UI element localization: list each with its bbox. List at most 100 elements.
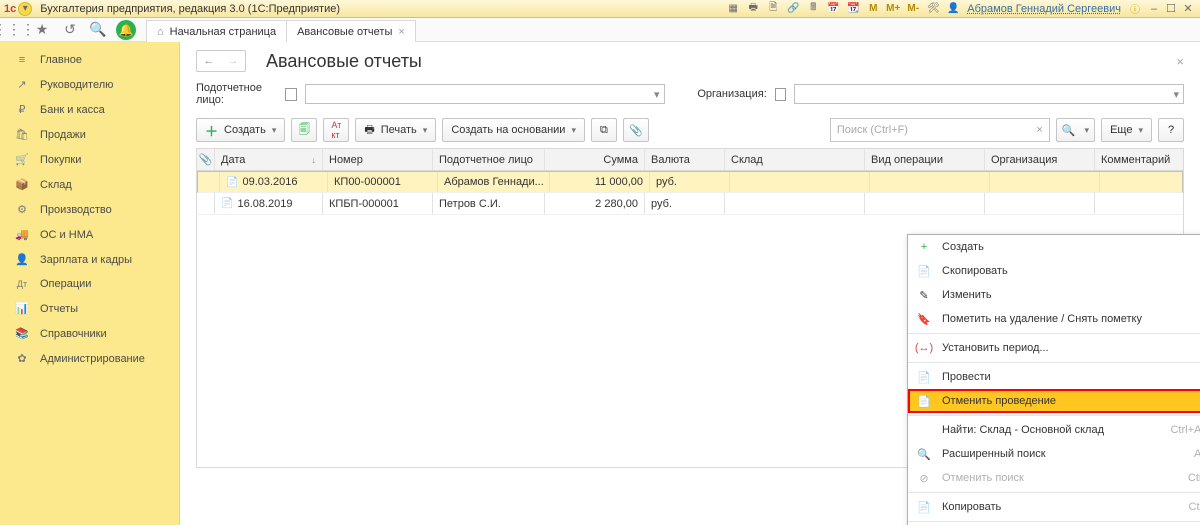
- menu-icon: 📄: [916, 499, 932, 515]
- col-operation[interactable]: Вид операции: [865, 149, 985, 170]
- calc-icon[interactable]: 🖩: [805, 1, 821, 17]
- organization-select[interactable]: ▾: [794, 84, 1184, 104]
- box-icon: 📦: [14, 178, 30, 191]
- table-row[interactable]: 📄16.08.2019 КПБП-000001 Петров С.И. 2 28…: [197, 193, 1183, 215]
- accountable-checkbox[interactable]: [285, 88, 296, 101]
- page-close-button[interactable]: ×: [1176, 54, 1184, 69]
- restore-button[interactable]: ☐: [1163, 2, 1179, 16]
- col-sum[interactable]: Сумма: [545, 149, 645, 170]
- menu-icon: 📄: [916, 369, 932, 385]
- menu-icon: 🔖: [916, 311, 932, 327]
- create-button[interactable]: ＋Создать▾: [196, 118, 285, 142]
- calendar2-icon[interactable]: 📆: [845, 1, 861, 17]
- tools-icon[interactable]: 🛠: [925, 1, 941, 17]
- truck-icon: 🚚: [14, 228, 30, 241]
- col-accountable[interactable]: Подотчетное лицо: [433, 149, 545, 170]
- sidebar-item-production[interactable]: ⚙Производство: [0, 197, 179, 222]
- tab-close-icon[interactable]: ×: [398, 26, 404, 38]
- dropdown-icon[interactable]: ▾: [18, 2, 32, 16]
- menu-item[interactable]: +СоздатьIns: [908, 235, 1200, 259]
- sidebar-item-fixed-assets[interactable]: 🚚ОС и НМА: [0, 222, 179, 247]
- menu-item[interactable]: 📄КопироватьCtrl+C: [908, 495, 1200, 519]
- history-icon[interactable]: ↺: [56, 18, 84, 41]
- sidebar-item-salary[interactable]: 👤Зарплата и кадры: [0, 247, 179, 272]
- print-icon[interactable]: 🖶: [745, 1, 761, 17]
- col-attach-icon[interactable]: 📎: [197, 149, 215, 170]
- sidebar-item-directories[interactable]: 📚Справочники: [0, 321, 179, 346]
- menu-item[interactable]: 📄Провести: [908, 365, 1200, 389]
- menu-item[interactable]: 🔍Расширенный поискAlt+F: [908, 442, 1200, 466]
- nav-forward-button[interactable]: →: [221, 51, 245, 71]
- accountable-label: Подотчетное лицо:: [196, 82, 277, 106]
- grid-icon[interactable]: ▦: [725, 1, 741, 17]
- main-toolbar: ⋮⋮⋮ ★ ↺ 🔍 🔔 ⌂ Начальная страница Авансов…: [0, 18, 1200, 42]
- page-title: Авансовые отчеты: [266, 51, 422, 72]
- doc-icon[interactable]: 🗎: [765, 1, 781, 17]
- bell-icon[interactable]: 🔔: [116, 20, 136, 40]
- window-titlebar: 1c ▾ Бухгалтерия предприятия, редакция 3…: [0, 0, 1200, 18]
- mminus-btn[interactable]: M-: [905, 1, 921, 17]
- action-toolbar: ＋Создать▾ 🗐 Аткт 🖶Печать▾ Создать на осн…: [180, 112, 1200, 148]
- col-warehouse[interactable]: Склад: [725, 149, 865, 170]
- m-btn[interactable]: M: [865, 1, 881, 17]
- chart-icon: 📊: [14, 302, 30, 315]
- attach-button[interactable]: 📎: [623, 118, 649, 142]
- plus-icon: ＋: [205, 121, 218, 140]
- menu-item[interactable]: ✎ИзменитьF2: [908, 283, 1200, 307]
- more-button[interactable]: Еще▾: [1101, 118, 1152, 142]
- star-icon[interactable]: ★: [28, 18, 56, 41]
- sidebar-item-main[interactable]: ≡Главное: [0, 48, 179, 72]
- trend-icon: ↗: [14, 78, 30, 91]
- sidebar-item-bank[interactable]: ₽Банк и касса: [0, 97, 179, 122]
- menu-icon: 📄: [916, 393, 932, 409]
- minimize-button[interactable]: –: [1146, 2, 1162, 16]
- accountable-select[interactable]: ▾: [305, 84, 665, 104]
- app-logo-icon: 1c: [4, 3, 16, 15]
- calendar-icon[interactable]: 📅: [825, 1, 841, 17]
- menu-item[interactable]: 📄Отменить проведение: [908, 389, 1200, 413]
- sidebar-item-purchases[interactable]: 🛒Покупки: [0, 147, 179, 172]
- current-user[interactable]: Абрамов Геннадий Сергеевич: [967, 3, 1121, 15]
- col-comment[interactable]: Комментарий: [1095, 149, 1183, 170]
- col-currency[interactable]: Валюта: [645, 149, 725, 170]
- col-date[interactable]: Дата↓: [215, 149, 323, 170]
- tab-home[interactable]: ⌂ Начальная страница: [146, 20, 287, 42]
- info-icon[interactable]: ⓘ: [1127, 1, 1143, 17]
- mplus-btn[interactable]: M+: [885, 1, 901, 17]
- ruble-icon: ₽: [14, 103, 30, 116]
- nav-back-button[interactable]: ←: [197, 51, 221, 71]
- sidebar-item-manager[interactable]: ↗Руководителю: [0, 72, 179, 97]
- filter-bar: Подотчетное лицо: ▾ Организация: ▾: [180, 76, 1200, 112]
- sidebar-item-sales[interactable]: 🛍Продажи: [0, 122, 179, 147]
- search-button[interactable]: 🔍▾: [1056, 118, 1095, 142]
- sidebar-item-admin[interactable]: ✿Администрирование: [0, 346, 179, 371]
- menu-item[interactable]: 🔖Пометить на удаление / Снять пометкуDel: [908, 307, 1200, 331]
- sidebar-item-warehouse[interactable]: 📦Склад: [0, 172, 179, 197]
- tab-advance-reports[interactable]: Авансовые отчеты ×: [286, 20, 416, 42]
- menu-item[interactable]: (↔)Установить период...: [908, 336, 1200, 360]
- search-input[interactable]: Поиск (Ctrl+F)×: [830, 118, 1050, 142]
- dtk-button[interactable]: Аткт: [323, 118, 349, 142]
- menu-item[interactable]: 📄СкопироватьF9: [908, 259, 1200, 283]
- search-clear-icon[interactable]: ×: [1036, 124, 1042, 136]
- context-menu: +СоздатьIns📄СкопироватьF9✎ИзменитьF2🔖Пом…: [907, 234, 1200, 525]
- col-organization[interactable]: Организация: [985, 149, 1095, 170]
- copy-button[interactable]: 🗐: [291, 118, 317, 142]
- layout-button[interactable]: ⧉: [591, 118, 617, 142]
- create-based-button[interactable]: Создать на основании▾: [442, 118, 585, 142]
- table-row[interactable]: 📄09.03.2016 КП00-000001 Абрамов Геннади.…: [197, 171, 1183, 193]
- menu-item[interactable]: Найти: Склад - Основной складCtrl+Alt+F: [908, 418, 1200, 442]
- apps-icon[interactable]: ⋮⋮⋮: [0, 18, 28, 41]
- help-button[interactable]: ?: [1158, 118, 1184, 142]
- sidebar-item-operations[interactable]: ДтОперации: [0, 272, 179, 296]
- search-icon[interactable]: 🔍: [84, 18, 112, 41]
- books-icon: 📚: [14, 327, 30, 340]
- link-icon[interactable]: 🔗: [785, 1, 801, 17]
- organization-checkbox[interactable]: [775, 88, 786, 101]
- page-header: ← → Авансовые отчеты ×: [180, 42, 1200, 76]
- print-button[interactable]: 🖶Печать▾: [355, 118, 436, 142]
- close-window-button[interactable]: ✕: [1180, 2, 1196, 16]
- col-number[interactable]: Номер: [323, 149, 433, 170]
- sidebar-item-reports[interactable]: 📊Отчеты: [0, 296, 179, 321]
- menu-icon: ✎: [916, 287, 932, 303]
